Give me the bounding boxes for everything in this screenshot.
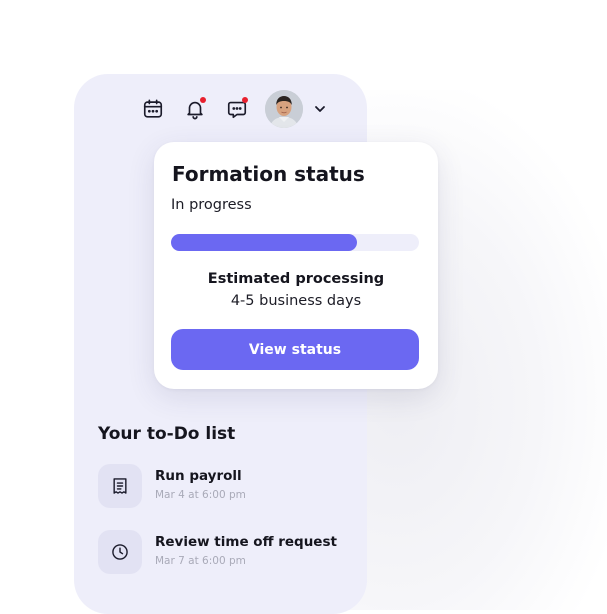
status-text: In progress <box>171 197 252 213</box>
todo-icon-container <box>98 464 142 508</box>
todo-title: Your to-Do list <box>98 424 236 444</box>
todo-name: Run payroll <box>155 468 242 484</box>
todo-item[interactable]: Review time off request Mar 7 at 6:00 pm <box>98 530 348 578</box>
estimated-label: Estimated processing <box>207 271 385 287</box>
todo-time: Mar 7 at 6:00 pm <box>155 555 246 567</box>
receipt-icon <box>113 478 127 494</box>
chevron-down-icon <box>315 106 325 112</box>
calendar-button[interactable] <box>141 97 165 121</box>
top-toolbar <box>141 90 329 128</box>
notifications-button[interactable] <box>183 97 207 121</box>
user-avatar[interactable] <box>265 90 303 128</box>
todo-item[interactable]: Run payroll Mar 4 at 6:00 pm <box>98 464 348 512</box>
card-title: Formation status <box>172 162 365 186</box>
formation-status-card: Formation status In progress Estimated p… <box>154 142 438 389</box>
progress-fill <box>171 234 357 251</box>
avatar-portrait <box>265 90 303 128</box>
todo-icon-container <box>98 530 142 574</box>
view-status-button[interactable]: View status <box>171 329 419 370</box>
messages-button[interactable] <box>225 97 249 121</box>
clock-icon <box>112 544 128 560</box>
todo-name: Review time off request <box>155 534 337 550</box>
todo-time: Mar 4 at 6:00 pm <box>155 489 246 501</box>
calendar-icon <box>143 99 163 118</box>
progress-bar <box>171 234 419 251</box>
notification-dot <box>200 97 206 103</box>
estimated-value: 4-5 business days <box>230 293 362 309</box>
message-dot <box>242 97 248 103</box>
account-menu-toggle[interactable] <box>311 100 329 118</box>
